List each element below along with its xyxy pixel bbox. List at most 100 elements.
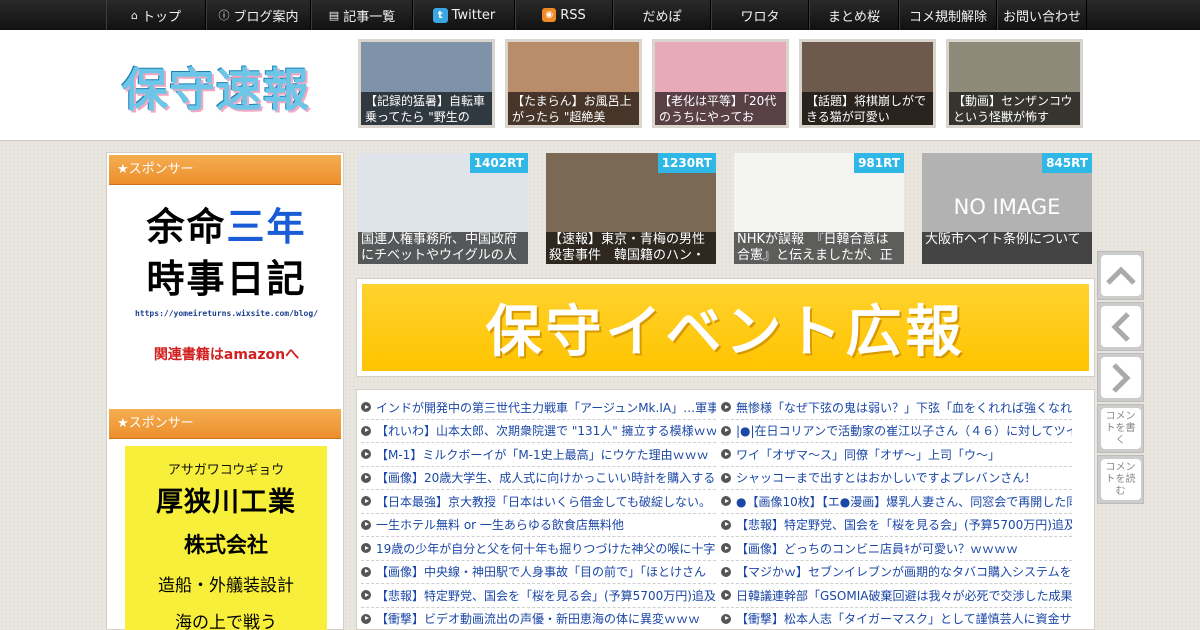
nav-item-4[interactable]: ◉ RSS bbox=[515, 0, 613, 30]
play-bullet-icon bbox=[361, 449, 371, 460]
nav-label: だめぽ bbox=[642, 9, 682, 25]
play-bullet-icon bbox=[361, 496, 371, 507]
ad-company-type: 株式会社 bbox=[184, 533, 268, 557]
nav-item-5[interactable]: だめぽ bbox=[613, 0, 711, 30]
article-link[interactable]: 【M-1】ミルクボーイが「M-1史上最高」にウケた理由ｗｗｗ bbox=[361, 443, 716, 467]
header-thumb-caption: 【老化は平等】「20代のうちにやってお bbox=[655, 92, 786, 125]
header-thumb[interactable]: 【たまらん】お風呂上がったら "超絶美 bbox=[505, 39, 642, 128]
play-bullet-icon bbox=[361, 519, 371, 530]
article-link[interactable]: 【画像】20歳大学生、成人式に向けかっこいい時計を購入する bbox=[361, 467, 716, 490]
ad-title-part2: 三年 bbox=[226, 205, 307, 249]
header-thumb[interactable]: 【話題】将棋崩しができる猫が可愛い bbox=[799, 39, 936, 128]
read-comment-button[interactable]: コメントを読む bbox=[1097, 455, 1144, 504]
play-bullet-icon bbox=[361, 543, 371, 554]
ad-company-name: 厚狭川工業 bbox=[156, 487, 296, 518]
article-title: 無惨様「なぜ下弦の鬼は弱い？」下弦「血をくれれば強くなれ bbox=[736, 400, 1072, 415]
article-link[interactable]: |●|在日コリアンで活動家の崔江以子さん（４６）に対してツイ bbox=[721, 420, 1072, 443]
article-title: インドが開発中の第三世代主力戦車「アージュンMk.IA」…軍事 bbox=[376, 400, 716, 415]
popular-thumb[interactable]: NO IMAGE 845RT 大阪市ヘイト条例について bbox=[922, 153, 1092, 264]
amazon-link[interactable]: 関連書籍はamazonへ bbox=[129, 344, 324, 364]
article-link[interactable]: 一生ホテル無料 or 一生あらゆる飲食店無料他 bbox=[361, 514, 716, 537]
popular-thumb-caption: 国連人権事務所、中国政府にチベットやウイグルの人 bbox=[358, 232, 528, 264]
event-banner-text: 保守イベント広報 bbox=[362, 284, 1089, 371]
article-title: 【れいわ】山本太郎、次期衆院選で "131人" 擁立する模様ｗｗｗ bbox=[376, 424, 716, 439]
article-link[interactable]: インドが開発中の第三世代主力戦車「アージュンMk.IA」…軍事 bbox=[361, 396, 716, 420]
nav-item-0[interactable]: ⌂ トップ bbox=[106, 0, 206, 30]
nav-label: まとめ桜 bbox=[827, 9, 880, 25]
write-comment-button[interactable]: コメントを書く bbox=[1097, 404, 1144, 453]
nav-item-2[interactable]: ▤ 記事一覧 bbox=[311, 0, 413, 30]
popular-thumb[interactable]: 1402RT 国連人権事務所、中国政府にチベットやウイグルの人 bbox=[358, 153, 528, 264]
play-bullet-icon bbox=[721, 566, 731, 577]
list-icon: ▤ bbox=[328, 8, 340, 22]
popular-thumb-caption: 大阪市ヘイト条例について bbox=[922, 232, 1092, 264]
article-title: |●|在日コリアンで活動家の崔江以子さん（４６）に対してツイ bbox=[736, 424, 1072, 439]
scroll-top-button[interactable] bbox=[1097, 251, 1144, 300]
nav-item-3[interactable]: t Twitter bbox=[413, 0, 515, 30]
article-link[interactable]: 【マジかｗ】セブンイレブンが画期的なタバコ購入システムを bbox=[721, 561, 1072, 584]
article-link[interactable]: 【画像】中央線・神田駅で人身事故「目の前で」「ほとけさん bbox=[361, 561, 716, 584]
chevron-right-icon bbox=[1100, 357, 1141, 398]
article-link[interactable]: 無惨様「なぜ下弦の鬼は弱い？」下弦「血をくれれば強くなれ bbox=[721, 396, 1072, 420]
nav-label: お問い合わせ bbox=[1002, 9, 1081, 25]
nav-item-8[interactable]: コメ規制解除 bbox=[899, 0, 997, 30]
article-link[interactable]: 【画像】どっちのコンビニ店員ｷが可愛い？ｗｗｗｗ bbox=[721, 537, 1072, 561]
article-list-left: インドが開発中の第三世代主力戦車「アージュンMk.IA」…軍事 【れいわ】山本太郎… bbox=[361, 396, 716, 630]
chevron-left-icon bbox=[1100, 306, 1141, 347]
back-button[interactable] bbox=[1097, 302, 1144, 351]
sponsor-ad-asagawa[interactable]: アサガワコウギョウ 厚狭川工業 株式会社 造船・外艤装設計 海の上で戦う bbox=[125, 446, 327, 630]
site-header: 保守速報 【記録的猛暑】自転車乗ってたら "野生の 【たまらん】お風呂上がったら … bbox=[0, 30, 1200, 141]
header-thumb[interactable]: 【動画】センザンコウという怪獣が怖す bbox=[946, 39, 1083, 128]
article-title: ワイ「オザマ～ス」同僚「オザ～」上司「ウ～」 bbox=[736, 447, 1001, 462]
article-link[interactable]: ワイ「オザマ～ス」同僚「オザ～」上司「ウ～」 bbox=[721, 443, 1072, 467]
play-bullet-icon bbox=[361, 402, 371, 413]
rss-icon: ◉ bbox=[542, 8, 557, 22]
article-link[interactable]: 【悲報】特定野党、国会を「桜を見る会」(予算5700万円)追及で bbox=[361, 584, 716, 608]
play-bullet-icon bbox=[721, 590, 731, 601]
sponsor-ad-yomei[interactable]: 余命三年 時事日記 https://yomeireturns.wixsite.c… bbox=[129, 201, 324, 381]
article-title: 【画像】20歳大学生、成人式に向けかっこいい時計を購入する bbox=[376, 471, 716, 486]
no-image-placeholder: NO IMAGE bbox=[953, 195, 1061, 219]
article-link[interactable]: 【悲報】特定野党、国会を「桜を見る会」(予算5700万円)追及で bbox=[721, 514, 1072, 537]
rt-count-badge: 845RT bbox=[1042, 153, 1092, 173]
ad-title-line1: 余命三年 bbox=[129, 201, 324, 253]
rt-count-badge: 1402RT bbox=[469, 153, 528, 173]
article-link[interactable]: 【日本最強】京大教授「日本はいくら借金しても破綻しない。 bbox=[361, 490, 716, 514]
article-link[interactable]: 日韓議連幹部「GSOMIA破棄回避は我々が必死で交渉した成果 bbox=[721, 584, 1072, 608]
article-link[interactable]: ●【画像10枚】【エ●漫画】爆乳人妻さん、同窓会で再開した同 bbox=[721, 490, 1072, 514]
article-title: 【画像】中央線・神田駅で人身事故「目の前で」「ほとけさん bbox=[376, 565, 707, 580]
top-nav: ⌂ トップ ⓘ ブログ案内 ▤ 記事一覧 t Twitter ◉ RSS だめぽ ワロタ まとめ桜 コメ規… bbox=[0, 0, 1200, 30]
popular-thumb[interactable]: 1230RT 【速報】東京・青梅の男性殺害事件 韓国籍のハン・ bbox=[546, 153, 716, 264]
article-link[interactable]: 【れいわ】山本太郎、次期衆院選で "131人" 擁立する模様ｗｗｗ bbox=[361, 420, 716, 443]
ad-company-business: 造船・外艤装設計 bbox=[158, 576, 294, 596]
article-link[interactable]: 【衝撃】ビデオ動画流出の声優・新田恵海の体に異変ｗｗｗ bbox=[361, 608, 716, 630]
forward-button[interactable] bbox=[1097, 353, 1144, 402]
play-bullet-icon bbox=[721, 519, 731, 530]
article-link[interactable]: 【衝撃】松本人志「タイガーマスク」として謹慎芸人に資金サ bbox=[721, 608, 1072, 630]
popular-thumb-caption: NHKが誤報 『日韓合意は合憲』と伝えましたが、正 bbox=[734, 232, 904, 264]
ad-company-kana: アサガワコウギョウ bbox=[167, 463, 285, 478]
twitter-icon: t bbox=[432, 7, 448, 23]
nav-item-7[interactable]: まとめ桜 bbox=[809, 0, 899, 30]
header-thumb[interactable]: 【老化は平等】「20代のうちにやってお bbox=[652, 39, 789, 128]
ad-title-part1: 余命 bbox=[146, 205, 227, 249]
ad-url: https://yomeireturns.wixsite.com/blog/ bbox=[134, 309, 319, 318]
nav-label: Twitter bbox=[451, 7, 496, 23]
article-title: 【画像】どっちのコンビニ店員ｷが可愛い？ｗｗｗｗ bbox=[736, 541, 1019, 556]
event-banner[interactable]: 保守イベント広報 bbox=[356, 278, 1095, 377]
header-thumb-caption: 【たまらん】お風呂上がったら "超絶美 bbox=[508, 92, 639, 125]
header-thumb[interactable]: 【記録的猛暑】自転車乗ってたら "野生の bbox=[358, 39, 495, 128]
nav-item-9[interactable]: お問い合わせ bbox=[997, 0, 1087, 30]
home-icon: ⌂ bbox=[131, 8, 138, 22]
nav-item-6[interactable]: ワロタ bbox=[711, 0, 809, 30]
play-bullet-icon bbox=[361, 590, 371, 601]
nav-label: トップ bbox=[141, 9, 181, 25]
nav-label: ワロタ bbox=[740, 9, 780, 25]
popular-thumb[interactable]: 981RT NHKが誤報 『日韓合意は合憲』と伝えましたが、正 bbox=[734, 153, 904, 264]
header-thumbnails: 【記録的猛暑】自転車乗ってたら "野生の 【たまらん】お風呂上がったら "超絶美【… bbox=[358, 39, 1083, 128]
site-logo[interactable]: 保守速報 bbox=[122, 54, 310, 120]
nav-item-1[interactable]: ⓘ ブログ案内 bbox=[206, 0, 311, 30]
article-link[interactable]: シャッコーまで出すとはおかしいですよプレバンさん！ bbox=[721, 467, 1072, 490]
play-bullet-icon bbox=[721, 613, 731, 624]
article-link[interactable]: 19歳の少年が自分と父を何十年も掘りつづけた神父の喉に十字 bbox=[361, 537, 716, 561]
